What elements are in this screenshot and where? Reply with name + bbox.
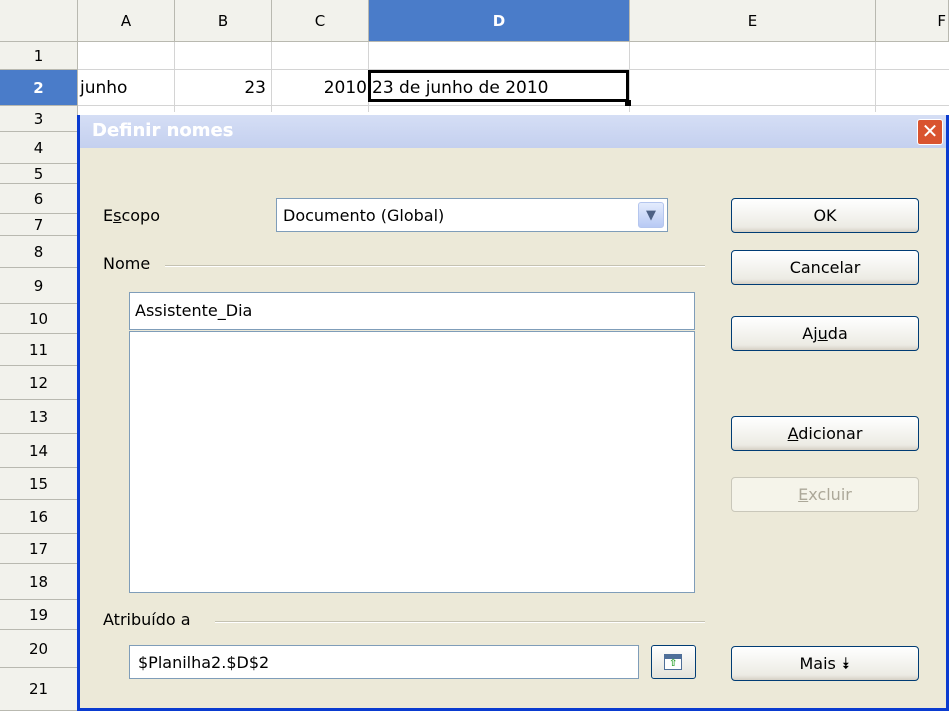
- column-header-c[interactable]: C: [272, 0, 369, 42]
- grid-line: [78, 105, 949, 106]
- scope-value: Documento (Global): [283, 206, 445, 225]
- row-header-7[interactable]: 7: [0, 214, 78, 236]
- grid-line: [875, 42, 876, 112]
- dialog-body: Escopo Documento (Global) ▼ Nome Assiste…: [80, 148, 946, 708]
- dialog-title: Definir nomes: [92, 120, 234, 141]
- cancel-button[interactable]: Cancelar: [731, 250, 919, 285]
- row-header-19[interactable]: 19: [0, 600, 78, 630]
- row-header-2[interactable]: 2: [0, 70, 78, 106]
- shrink-button[interactable]: ⇧: [651, 645, 696, 679]
- chevron-down-icon[interactable]: ▼: [638, 202, 664, 228]
- column-header-a[interactable]: A: [78, 0, 175, 42]
- row-header-16[interactable]: 16: [0, 500, 78, 534]
- row-header-9[interactable]: 9: [0, 268, 78, 304]
- more-button[interactable]: Mais ⯯: [731, 646, 919, 681]
- row-header-1[interactable]: 1: [0, 42, 78, 70]
- column-header-e[interactable]: E: [630, 0, 876, 42]
- row-header-21[interactable]: 21: [0, 668, 78, 711]
- row-header-6[interactable]: 6: [0, 184, 78, 214]
- close-button[interactable]: ✕: [917, 119, 943, 145]
- name-input[interactable]: Assistente_Dia: [129, 292, 695, 330]
- row-header-18[interactable]: 18: [0, 564, 78, 600]
- row-header-8[interactable]: 8: [0, 236, 78, 268]
- row-header-15[interactable]: 15: [0, 468, 78, 500]
- row-header-20[interactable]: 20: [0, 630, 78, 668]
- cell-c2[interactable]: 2010: [272, 75, 367, 101]
- row-header-13[interactable]: 13: [0, 400, 78, 434]
- help-button[interactable]: Ajuda: [731, 316, 919, 351]
- row-header-12[interactable]: 12: [0, 366, 78, 400]
- define-names-dialog: Definir nomes ✕ Escopo Documento (Global…: [77, 115, 949, 711]
- row-header-17[interactable]: 17: [0, 534, 78, 564]
- assigned-to-label: Atribuído a: [103, 610, 191, 629]
- row-header-10[interactable]: 10: [0, 304, 78, 334]
- dialog-titlebar[interactable]: Definir nomes ✕: [80, 115, 946, 148]
- scope-select[interactable]: Documento (Global) ▼: [276, 198, 668, 232]
- name-group-separator: [165, 265, 705, 267]
- cell-cursor: [368, 70, 629, 102]
- add-button[interactable]: Adicionar: [731, 416, 919, 451]
- column-header-b[interactable]: B: [175, 0, 272, 42]
- fill-handle[interactable]: [625, 100, 631, 106]
- row-header-4[interactable]: 4: [0, 132, 78, 164]
- row-header-14[interactable]: 14: [0, 434, 78, 468]
- ok-button[interactable]: OK: [731, 198, 919, 233]
- scope-label: Escopo: [103, 206, 160, 225]
- name-group-label: Nome: [103, 254, 151, 273]
- assigned-group-separator: [215, 621, 705, 623]
- column-header-d[interactable]: D: [369, 0, 630, 42]
- assigned-to-input[interactable]: $Planilha2.$D$2: [129, 645, 639, 679]
- delete-button[interactable]: Excluir: [731, 477, 919, 512]
- row-header-3[interactable]: 3: [0, 106, 78, 132]
- select-all-corner[interactable]: [0, 0, 78, 42]
- row-header-5[interactable]: 5: [0, 164, 78, 184]
- row-header-11[interactable]: 11: [0, 334, 78, 366]
- names-list[interactable]: [129, 331, 695, 593]
- cell-b2[interactable]: 23: [175, 75, 266, 101]
- close-icon: ✕: [921, 119, 939, 143]
- column-header-f[interactable]: F: [876, 0, 949, 42]
- shrink-dialog-icon: ⇧: [664, 654, 682, 670]
- cell-a2[interactable]: junho: [80, 75, 127, 101]
